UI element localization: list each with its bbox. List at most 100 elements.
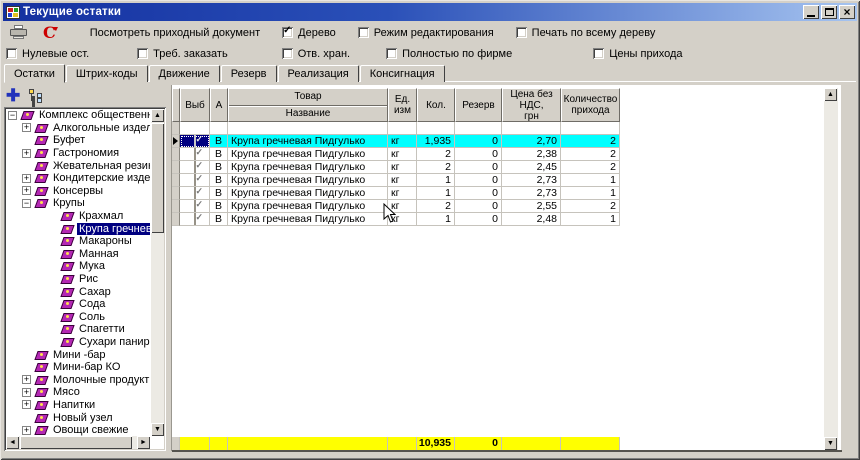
tree-item[interactable]: Жевательная резин <box>6 159 150 172</box>
table-row[interactable]: ВКрупа гречневая Пидгулькокг202,452 <box>172 161 620 174</box>
tree-item[interactable]: Мини-бар КО <box>6 361 150 374</box>
tree-item[interactable]: −Крупы <box>6 197 150 210</box>
checkbox-box[interactable] <box>282 27 293 38</box>
grid-scroll-down-icon[interactable]: ▼ <box>824 437 837 450</box>
tree-item[interactable]: Буфет <box>6 134 150 147</box>
row-checkbox[interactable] <box>194 161 196 174</box>
tree-item-label[interactable]: Крупа гречневая <box>77 223 150 235</box>
toolbar2-checkbox-2[interactable]: Треб. заказать <box>137 48 228 60</box>
refresh-icon[interactable]: C <box>43 26 56 40</box>
tree-expander-expand-icon[interactable]: + <box>22 388 31 397</box>
scroll-right-icon[interactable]: ► <box>137 436 150 449</box>
tree-item[interactable]: +Алкогольные издели <box>6 122 150 135</box>
tree-expander-expand-icon[interactable]: + <box>22 400 31 409</box>
tab-консигнация[interactable]: Консигнация <box>360 65 445 82</box>
row-checkbox-cell[interactable] <box>180 148 210 161</box>
tab-реализация[interactable]: Реализация <box>278 65 359 82</box>
tree-item-label[interactable]: Молочные продукты <box>51 374 150 386</box>
row-checkbox-cell[interactable] <box>180 174 210 187</box>
table-row[interactable]: ВКрупа гречневая Пидгулькокг102,481 <box>172 213 620 226</box>
grid-scroll-up-icon[interactable]: ▲ <box>824 88 837 101</box>
toolbar2-checkbox-1[interactable]: Нулевые ост. <box>6 48 89 60</box>
tree-item[interactable]: Новый узел <box>6 411 150 424</box>
minimize-button[interactable] <box>803 5 819 19</box>
maximize-button[interactable] <box>821 5 837 19</box>
tree-expander-expand-icon[interactable]: + <box>22 426 31 435</box>
checkbox-box[interactable] <box>386 48 397 59</box>
tree-expander-expand-icon[interactable]: + <box>22 174 31 183</box>
toolbar2-checkbox-3[interactable]: Отв. хран. <box>282 48 350 60</box>
tree-item[interactable]: + Молочные продукты <box>6 373 150 386</box>
tree-item[interactable]: +Кондитерские издел <box>6 172 150 185</box>
tab-остатки[interactable]: Остатки <box>4 64 65 83</box>
scroll-down-icon[interactable]: ▼ <box>151 423 164 436</box>
tree-item[interactable]: Сухари панировз <box>6 336 150 349</box>
tree-item[interactable]: + Напитки <box>6 399 150 412</box>
checkbox-box[interactable] <box>358 27 369 38</box>
tree-item-label[interactable]: Мука <box>77 260 107 272</box>
tab-штрих-коды[interactable]: Штрих-коды <box>66 65 148 82</box>
toolbar1-checkbox-2[interactable]: Режим редактирования <box>358 27 494 39</box>
tree-horizontal-scrollbar[interactable]: ◄ ► <box>6 436 150 449</box>
tree-item[interactable]: Манная <box>6 248 150 261</box>
tree-item[interactable]: Крахмал <box>6 210 150 223</box>
close-button[interactable]: × <box>839 5 855 19</box>
tree-item-label[interactable]: Мини -бар <box>51 349 108 361</box>
checkbox-box[interactable] <box>593 48 604 59</box>
tree-item-label[interactable]: Алкогольные издели <box>51 122 150 134</box>
tree-item-label[interactable]: Новый узел <box>51 412 115 424</box>
row-checkbox[interactable] <box>194 174 196 187</box>
checkbox-box[interactable] <box>282 48 293 59</box>
tree-vertical-scrollbar[interactable]: ▲ ▼ <box>151 109 164 436</box>
add-icon[interactable]: ✚ <box>6 89 20 103</box>
tree-item[interactable]: +Овощи свежие <box>6 424 150 436</box>
col-header-price[interactable]: Цена без НДС,грн <box>502 88 561 122</box>
table-row[interactable]: ВКрупа гречневая Пидгулькокг102,731 <box>172 187 620 200</box>
tree-item-label[interactable]: Сахар <box>77 286 113 298</box>
row-checkbox-cell[interactable] <box>180 135 210 148</box>
tree-item[interactable]: +Гастрономия <box>6 147 150 160</box>
row-checkbox[interactable] <box>194 135 196 148</box>
row-checkbox-cell[interactable] <box>180 187 210 200</box>
printer-icon[interactable] <box>9 25 29 40</box>
tree-item-label[interactable]: Сода <box>77 298 107 310</box>
tree-item-label[interactable]: Спагетти <box>77 323 127 335</box>
toolbar1-checkbox-3[interactable]: Печать по всему дереву <box>516 27 656 39</box>
tree-item-label[interactable]: Соль <box>77 311 107 323</box>
tree-item-label[interactable]: Буфет <box>51 134 87 146</box>
tree-item[interactable]: Соль <box>6 311 150 324</box>
col-header-unit[interactable]: Ед.изм <box>388 88 417 122</box>
row-checkbox-cell[interactable] <box>180 200 210 213</box>
tree-expander-expand-icon[interactable]: + <box>22 149 31 158</box>
scroll-up-icon[interactable]: ▲ <box>151 109 164 122</box>
tree-item[interactable]: Мука <box>6 260 150 273</box>
checkbox-box[interactable] <box>6 48 17 59</box>
tree-vscroll-thumb[interactable] <box>151 123 164 233</box>
col-header-reserve[interactable]: Резерв <box>455 88 502 122</box>
checkbox-box[interactable] <box>516 27 527 38</box>
tab-резерв[interactable]: Резерв <box>221 65 277 82</box>
tree-item[interactable]: Макароны <box>6 235 150 248</box>
view-incoming-doc-button[interactable]: Посмотреть приходный документ <box>90 27 260 39</box>
tree-item-label[interactable]: Мини-бар КО <box>51 361 122 373</box>
row-checkbox[interactable] <box>194 187 196 200</box>
tree-item-label[interactable]: Жевательная резин <box>51 160 150 172</box>
tree-item[interactable]: Рис <box>6 273 150 286</box>
tree-item-label[interactable]: Сухари панировз <box>77 336 150 348</box>
tree-item-label[interactable]: Макароны <box>77 235 134 247</box>
row-checkbox[interactable] <box>194 200 196 213</box>
table-row[interactable]: ВКрупа гречневая Пидгулькокг202,552 <box>172 200 620 213</box>
toolbar2-checkbox-4[interactable]: Полностью по фирме <box>386 48 512 60</box>
row-checkbox[interactable] <box>194 148 196 161</box>
toolbar2-checkbox-5[interactable]: Цены прихода <box>593 48 682 60</box>
table-row[interactable]: ВКрупа гречневая Пидгулькокг102,731 <box>172 174 620 187</box>
col-header-incoming[interactable]: Количествоприхода <box>561 88 620 122</box>
tree-expander-expand-icon[interactable]: + <box>22 375 31 384</box>
tree-item[interactable]: Спагетти <box>6 323 150 336</box>
tree-item-label[interactable]: Манная <box>77 248 121 260</box>
scroll-left-icon[interactable]: ◄ <box>6 436 19 449</box>
tree-item-label[interactable]: Напитки <box>51 399 97 411</box>
tree-hscroll-thumb[interactable] <box>20 436 132 449</box>
col-header-qty[interactable]: Кол. <box>417 88 455 122</box>
tree-expander-expand-icon[interactable]: + <box>22 186 31 195</box>
